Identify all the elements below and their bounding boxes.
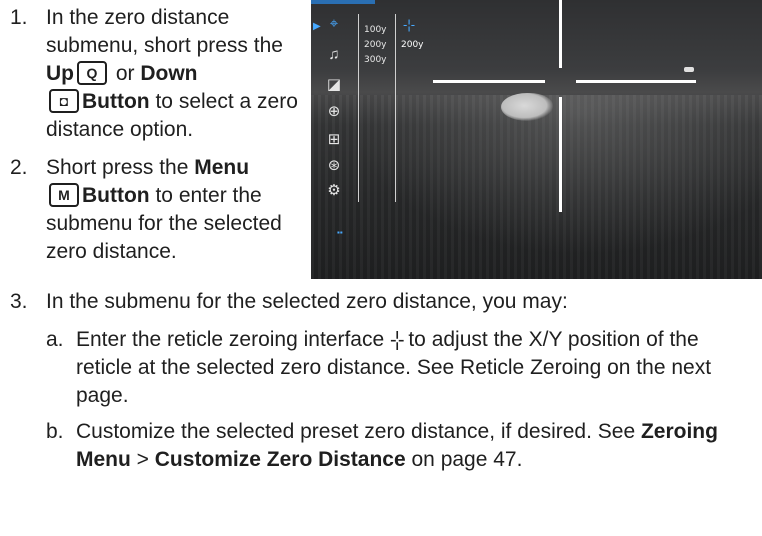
step-text: In the zero distance submenu, short pres… <box>46 4 305 144</box>
step-3-section: 3. In the submenu for the selected zero … <box>10 288 755 474</box>
selection-arrow-icon: ▶ <box>313 21 321 32</box>
step-text: In the submenu for the selected zero dis… <box>46 290 568 313</box>
steps-list: 1. In the zero distance submenu, short p… <box>10 4 305 276</box>
step-1: 1. In the zero distance submenu, short p… <box>10 4 305 144</box>
step-text-part: In the zero distance submenu, short pres… <box>46 6 283 57</box>
step-text-part: or <box>110 62 141 85</box>
device-screen-image: ▶ ⌖ ♫ ◪ ⊕ ⊞ ⊛ ⚙ 100y 200y 300y -¦- 200y … <box>311 0 762 279</box>
reticle-zero-icon: -¦- <box>403 17 416 32</box>
menu-divider <box>358 14 359 202</box>
boar-silhouette <box>501 93 553 121</box>
sub-step-text-part: Enter the reticle zeroing interface <box>76 328 390 351</box>
button-label: Button <box>82 184 150 207</box>
sub-step-letter: a. <box>46 328 64 351</box>
sub-step-b: b. Customize the selected preset zero di… <box>46 418 755 474</box>
reticle-zeroing-icon: -¦- <box>390 329 404 351</box>
zeroing-icon: ⌖ <box>329 15 339 32</box>
top-accent-bar <box>311 0 375 4</box>
sub-step-a: a. Enter the reticle zeroing interface -… <box>46 326 755 410</box>
step-3: 3. In the submenu for the selected zero … <box>10 288 755 316</box>
add-icon: ⊞ <box>327 131 341 148</box>
sub-step-text: Enter the reticle zeroing interface -¦- … <box>76 326 755 410</box>
step-text-part: Short press the <box>46 156 195 179</box>
reticle-bottom-line <box>559 97 562 212</box>
reticle-left-line <box>433 80 545 83</box>
distance-option-300: 300y <box>364 55 387 65</box>
menu-label: Menu <box>194 156 250 179</box>
up-button-icon: Q <box>77 60 107 85</box>
reticle-top-line <box>559 0 562 68</box>
up-label: Up <box>46 62 74 85</box>
display-icon: ◪ <box>326 76 342 93</box>
reticle-right-line <box>576 80 696 83</box>
page-indicator-icon: ▪▪ <box>337 228 343 237</box>
settings-icon: ⚙ <box>327 182 341 199</box>
navigation-icon: ⊛ <box>327 157 341 174</box>
camera-button-icon: ◘ <box>49 88 79 113</box>
customize-zero-distance-ref: Customize Zero Distance <box>154 448 406 471</box>
button-label: Button <box>82 90 150 113</box>
step-number: 3. <box>10 290 28 313</box>
sub-step-text-part: Customize the selected preset zero dista… <box>76 420 641 443</box>
sub-step-text: Customize the selected preset zero dista… <box>76 418 755 474</box>
distant-hotspot <box>684 67 694 72</box>
selected-distance-label: 200y <box>401 40 424 50</box>
microphone-icon: ♫ <box>328 46 340 63</box>
step-number: 2. <box>10 156 28 179</box>
menu-button-icon: M <box>49 182 79 207</box>
target-icon: ⊕ <box>327 103 341 120</box>
thermal-field <box>311 95 762 279</box>
sub-step-text-part: > <box>130 448 155 471</box>
step-text: Short press the Menu M Button to enter the… <box>46 154 305 266</box>
submenu-divider <box>395 14 396 202</box>
down-label: Down <box>140 62 198 85</box>
distance-option-200: 200y <box>364 40 387 50</box>
step-2: 2. Short press the Menu M Button to enter … <box>10 154 305 266</box>
sub-step-letter: b. <box>46 420 64 443</box>
sub-step-text-part: on page 47. <box>405 448 523 471</box>
distance-option-100: 100y <box>364 25 387 35</box>
step-number: 1. <box>10 6 28 29</box>
